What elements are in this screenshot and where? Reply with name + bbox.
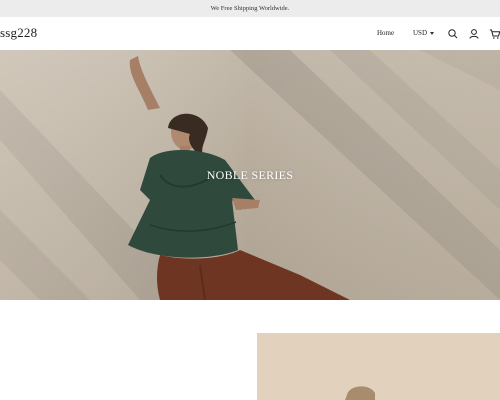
search-icon[interactable]: [447, 27, 459, 39]
hero-banner[interactable]: NOBLE SERIES: [0, 50, 500, 300]
site-header: ssg228 Home USD: [0, 17, 500, 50]
announcement-bar: We Free Shipping Worldwide.: [0, 0, 500, 17]
featured-image[interactable]: [257, 333, 500, 400]
chevron-down-icon: [430, 31, 435, 35]
currency-selector[interactable]: USD: [413, 29, 435, 37]
cart-icon[interactable]: [489, 27, 500, 39]
announcement-text: We Free Shipping Worldwide.: [210, 5, 290, 12]
user-icon[interactable]: [468, 27, 480, 39]
featured-image-photo: [257, 333, 500, 400]
site-logo[interactable]: ssg228: [0, 25, 37, 41]
nav-link-home[interactable]: Home: [377, 29, 394, 37]
currency-selected-value: USD: [413, 29, 428, 37]
hero-title: NOBLE SERIES: [206, 168, 294, 182]
